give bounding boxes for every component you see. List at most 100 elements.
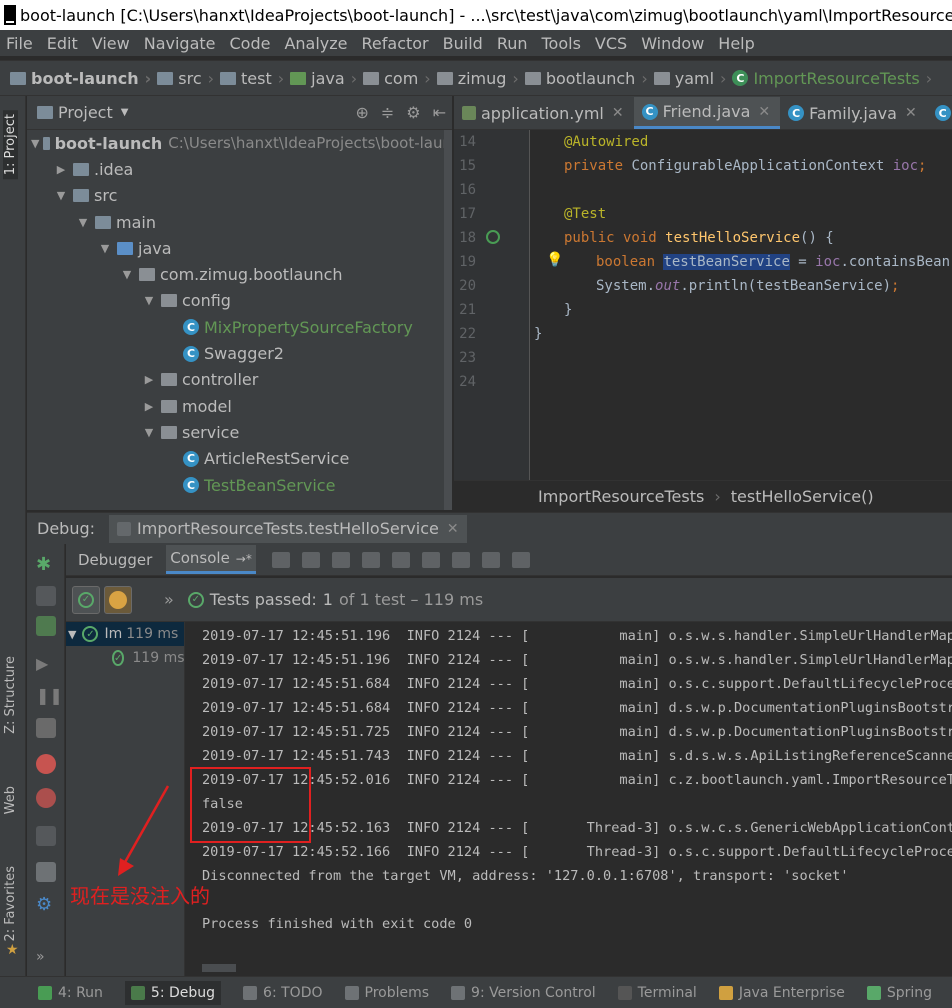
web-tool-tab[interactable]: Web — [3, 786, 18, 814]
tree-row[interactable]: ▼ src — [27, 183, 452, 209]
crumb-bootlaunch[interactable]: bootlaunch › — [524, 69, 654, 88]
tree-row[interactable]: ▼ service — [27, 419, 452, 445]
tab-friend-java[interactable]: C Friend.java ✕ — [633, 97, 781, 129]
tree-row[interactable]: ▶ controller — [27, 367, 452, 393]
code-line[interactable]: 20 System.out.println(testBeanService); — [454, 274, 952, 298]
crumb-zimug[interactable]: zimug › — [436, 69, 525, 88]
expand-arrow-icon[interactable]: ▶ — [141, 373, 157, 386]
menu-refactor[interactable]: Refactor — [362, 34, 429, 53]
code-line[interactable]: 18 public void testHelloService() { — [454, 226, 952, 250]
menu-run[interactable]: Run — [497, 34, 528, 53]
step-over-icon[interactable] — [301, 551, 320, 568]
code-editor[interactable]: 14 @Autowired 15 private ConfigurableApplic… — [454, 130, 952, 480]
code-line[interactable]: 16 — [454, 178, 952, 202]
menu-help[interactable]: Help — [718, 34, 754, 53]
resume-icon[interactable] — [36, 616, 56, 636]
drop-frame-icon[interactable] — [421, 551, 440, 568]
view-breakpoints-icon[interactable] — [36, 754, 56, 774]
bottom-tab[interactable]: Java Enterprise — [718, 985, 845, 1001]
collapse-icon[interactable]: ≑ — [381, 103, 394, 122]
crumb-com[interactable]: com › — [363, 69, 437, 88]
crumb-java[interactable]: java › — [290, 69, 363, 88]
bottom-tab[interactable]: 5: Debug — [124, 980, 222, 1005]
menu-window[interactable]: Window — [641, 34, 704, 53]
force-step-into-icon[interactable] — [361, 551, 380, 568]
menu-analyze[interactable]: Analyze — [284, 34, 347, 53]
bottom-tab[interactable]: 4: Run — [38, 985, 103, 1001]
bottom-tab[interactable]: 9: Version Control — [451, 985, 596, 1001]
evaluate-icon[interactable] — [481, 551, 500, 568]
menu-vcs[interactable]: VCS — [595, 34, 627, 53]
show-passed-toggle[interactable]: ✓ — [72, 585, 100, 614]
favorites-tool-tab[interactable]: 2: Favorites — [3, 866, 18, 942]
crumb-src[interactable]: src › — [157, 69, 220, 88]
tree-row[interactable]: ▶ model — [27, 393, 452, 419]
menu-file[interactable]: File — [6, 34, 33, 53]
code-line[interactable]: 22} — [454, 322, 952, 346]
layout-icon[interactable] — [36, 862, 56, 882]
bottom-tab[interactable]: Spring — [866, 985, 932, 1001]
camera-icon[interactable] — [36, 826, 56, 846]
hide-panel-icon[interactable]: ⇤ — [433, 103, 446, 122]
crumb-yaml[interactable]: yaml › — [653, 69, 733, 88]
crumb-class[interactable]: C ImportResourceTests › — [732, 69, 938, 88]
close-icon[interactable]: ✕ — [758, 104, 770, 120]
menu-build[interactable]: Build — [443, 34, 483, 53]
run-test-gutter-icon[interactable] — [486, 230, 500, 244]
menu-navigate[interactable]: Navigate — [144, 34, 216, 53]
expand-arrow-icon[interactable]: ▼ — [31, 137, 39, 150]
show-execution-point-icon[interactable] — [271, 551, 290, 568]
step-out-icon[interactable] — [391, 551, 410, 568]
project-scrollbar[interactable] — [444, 130, 452, 510]
play-icon[interactable]: ▶ — [36, 654, 56, 674]
project-tool-tab[interactable]: 1: Project — [3, 110, 18, 180]
bottom-tab[interactable]: 6: TODO — [243, 985, 323, 1001]
close-icon[interactable]: ✕ — [447, 521, 459, 537]
tab-console[interactable]: Console →* — [166, 545, 256, 574]
editor-crumb-class[interactable]: ImportResourceTests — [538, 487, 704, 506]
test-tree-row-method[interactable]: ✓ 119 ms — [66, 646, 184, 670]
expand-more-icon[interactable]: » — [164, 590, 174, 609]
bottom-tab[interactable]: Terminal — [617, 985, 697, 1001]
close-icon[interactable]: ✕ — [905, 105, 917, 121]
tree-row[interactable]: C ArticleRestService — [27, 446, 452, 472]
run-to-cursor-icon[interactable] — [451, 551, 470, 568]
structure-tool-tab[interactable]: Z: Structure — [3, 656, 18, 734]
expand-arrow-icon[interactable]: ▼ — [53, 189, 69, 202]
bottom-tab[interactable]: Problems — [344, 985, 429, 1001]
crumb-project[interactable]: boot-launch › — [10, 69, 157, 88]
code-line[interactable]: 17 @Test — [454, 202, 952, 226]
expand-arrow-icon[interactable]: ▼ — [119, 268, 135, 281]
code-line[interactable]: 15 private ConfigurableApplicationContext… — [454, 154, 952, 178]
console-horizontal-scrollbar[interactable] — [202, 964, 236, 972]
intention-bulb-icon[interactable]: 💡 — [546, 252, 563, 268]
dropdown-arrow-icon[interactable]: ▼ — [121, 107, 129, 118]
tree-row[interactable]: ▼ java — [27, 235, 452, 261]
code-line[interactable]: 14 @Autowired — [454, 130, 952, 154]
expand-arrow-icon[interactable]: ▶ — [141, 400, 157, 413]
tree-row[interactable]: ▶ .idea — [27, 156, 452, 182]
crumb-test[interactable]: test › — [220, 69, 290, 88]
rerun-icon[interactable] — [36, 586, 56, 606]
stop-icon[interactable] — [36, 718, 56, 738]
trace-icon[interactable] — [511, 551, 530, 568]
expand-arrow-icon[interactable]: ▼ — [75, 216, 91, 229]
code-line[interactable]: 23 — [454, 346, 952, 370]
menu-edit[interactable]: Edit — [47, 34, 78, 53]
code-line[interactable]: 21} — [454, 298, 952, 322]
tree-row[interactable]: C TestBeanService — [27, 472, 452, 498]
debug-session-tab[interactable]: ImportResourceTests.testHelloService ✕ — [109, 514, 467, 543]
close-icon[interactable]: ✕ — [612, 105, 624, 121]
expand-arrow-icon[interactable]: ▼ — [141, 426, 157, 439]
tree-row[interactable]: C Swagger2 — [27, 340, 452, 366]
expand-arrow-icon[interactable]: ▼ — [141, 294, 157, 307]
tab-debugger[interactable]: Debugger — [74, 547, 156, 573]
menu-view[interactable]: View — [92, 34, 130, 53]
menu-tools[interactable]: Tools — [542, 34, 581, 53]
tree-row[interactable]: C MixPropertySourceFactory — [27, 314, 452, 340]
project-panel-title[interactable]: Project — [58, 103, 113, 122]
expand-arrow-icon[interactable]: ▼ — [97, 242, 113, 255]
debug-bug-icon[interactable]: ✱ — [36, 554, 56, 575]
expand-arrow-icon[interactable]: ▶ — [53, 163, 69, 176]
tree-row-root[interactable]: ▼ boot-launch C:\Users\hanxt\IdeaProject… — [27, 130, 452, 156]
